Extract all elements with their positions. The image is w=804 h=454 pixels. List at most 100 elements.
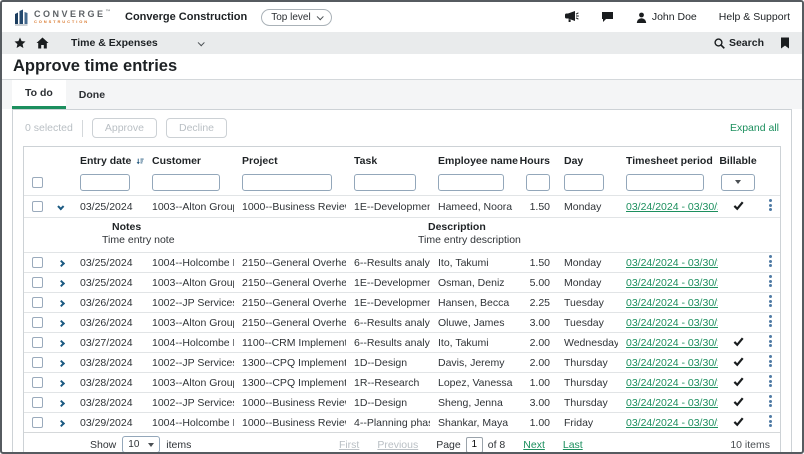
timesheet-period-link[interactable]: 03/24/2024 - 03/30/2024 [626, 357, 718, 369]
filter-project-input[interactable] [242, 174, 332, 191]
expand-row-button[interactable] [50, 201, 72, 213]
table-row[interactable]: 03/28/2024 1003--Alton Group 1300--CPQ I… [24, 372, 780, 392]
page-size-select[interactable]: 10 [122, 436, 160, 453]
row-checkbox[interactable] [32, 317, 43, 328]
expand-all-link[interactable]: Expand all [730, 122, 779, 134]
module-menu[interactable]: Time & Expenses [71, 37, 203, 49]
table-row[interactable]: 03/29/2024 1004--Holcombe Ltd 1000--Busi… [24, 412, 780, 432]
row-checkbox[interactable] [32, 277, 43, 288]
bookmark-button[interactable] [780, 37, 790, 49]
messages-button[interactable] [601, 11, 614, 23]
timesheet-period-link[interactable]: 03/24/2024 - 03/30/2024 [626, 257, 718, 269]
filter-employee-input[interactable] [438, 174, 504, 191]
filter-hours-input[interactable] [526, 174, 550, 191]
chat-bubble-icon [601, 11, 614, 23]
period-cell: 03/24/2024 - 03/30/2024 [618, 297, 718, 309]
filter-entry-date-input[interactable] [80, 174, 130, 191]
expand-row-button[interactable] [50, 377, 72, 389]
billable-cell [718, 396, 758, 410]
sort-descending-icon[interactable] [136, 156, 144, 167]
task-cell: 1D--Design [346, 397, 430, 409]
row-menu-button[interactable] [758, 253, 782, 273]
timesheet-period-link[interactable]: 03/24/2024 - 03/30/2024 [626, 201, 718, 213]
page-label: Page [436, 439, 461, 451]
task-cell: 1R--Research [346, 377, 430, 389]
expand-row-button[interactable] [50, 397, 72, 409]
user-menu[interactable]: John Doe [636, 11, 697, 23]
help-support-link[interactable]: Help & Support [719, 11, 790, 23]
dropdown-arrow-icon [148, 443, 154, 447]
table-row[interactable]: 03/25/2024 1004--Holcombe Ltd 2150--Gene… [24, 252, 780, 272]
home-button[interactable] [36, 37, 49, 49]
timesheet-period-link[interactable]: 03/24/2024 - 03/30/2024 [626, 417, 718, 429]
row-checkbox[interactable] [32, 417, 43, 428]
row-checkbox[interactable] [32, 257, 43, 268]
scope-selector[interactable]: Top level [261, 9, 331, 26]
billable-cell [718, 200, 758, 214]
row-menu-button[interactable] [758, 353, 782, 373]
tab-todo[interactable]: To do [12, 80, 66, 109]
row-menu-button[interactable] [758, 413, 782, 433]
timesheet-period-link[interactable]: 03/24/2024 - 03/30/2024 [626, 397, 718, 409]
expand-row-button[interactable] [50, 337, 72, 349]
customer-cell: 1003--Alton Group [144, 377, 234, 389]
filter-period-input[interactable] [626, 174, 704, 191]
row-checkbox[interactable] [32, 337, 43, 348]
announcements-button[interactable] [565, 11, 579, 23]
next-page-link[interactable]: Next [523, 439, 545, 451]
decline-button[interactable]: Decline [166, 118, 227, 138]
filter-task-input[interactable] [354, 174, 416, 191]
customer-cell: 1003--Alton Group [144, 317, 234, 329]
first-page-link[interactable]: First [339, 439, 359, 451]
expand-row-button[interactable] [50, 297, 72, 309]
expand-row-button[interactable] [50, 317, 72, 329]
select-all-checkbox[interactable] [32, 177, 43, 188]
customer-cell: 1004--Holcombe Ltd [144, 257, 234, 269]
scope-selector-label: Top level [271, 12, 310, 23]
previous-page-link[interactable]: Previous [377, 439, 418, 451]
last-page-link[interactable]: Last [563, 439, 583, 451]
expand-row-button[interactable] [50, 257, 72, 269]
row-checkbox[interactable] [32, 397, 43, 408]
table-row[interactable]: 03/26/2024 1003--Alton Group 2150--Gener… [24, 312, 780, 332]
search-button[interactable]: Search [714, 37, 764, 49]
filter-day-input[interactable] [564, 174, 604, 191]
table-row[interactable]: 03/25/2024 1003--Alton Group 1000--Busin… [24, 195, 780, 217]
row-checkbox[interactable] [32, 377, 43, 388]
expand-row-button[interactable] [50, 277, 72, 289]
filter-billable-select[interactable] [721, 174, 755, 191]
period-cell: 03/24/2024 - 03/30/2024 [618, 377, 718, 389]
timesheet-period-link[interactable]: 03/24/2024 - 03/30/2024 [626, 277, 718, 289]
expand-row-button[interactable] [50, 417, 72, 429]
timesheet-period-link[interactable]: 03/24/2024 - 03/30/2024 [626, 317, 718, 329]
table-row[interactable]: 03/25/2024 1003--Alton Group 2150--Gener… [24, 272, 780, 292]
table-row[interactable]: 03/28/2024 1002--JP Services 1300--CPQ I… [24, 352, 780, 372]
row-checkbox[interactable] [32, 297, 43, 308]
table-row[interactable]: 03/27/2024 1004--Holcombe Ltd 1100--CRM … [24, 332, 780, 352]
expand-row-button[interactable] [50, 357, 72, 369]
filter-customer-input[interactable] [152, 174, 220, 191]
row-menu-button[interactable] [758, 197, 782, 217]
row-menu-button[interactable] [758, 393, 782, 413]
timesheet-period-link[interactable]: 03/24/2024 - 03/30/2024 [626, 297, 718, 309]
page-number-input[interactable] [466, 437, 483, 453]
row-menu-button[interactable] [758, 293, 782, 313]
table-row[interactable]: 03/28/2024 1002--JP Services 1000--Busin… [24, 392, 780, 412]
timesheet-period-link[interactable]: 03/24/2024 - 03/30/2024 [626, 337, 718, 349]
table-row[interactable]: 03/26/2024 1002--JP Services 2150--Gener… [24, 292, 780, 312]
row-checkbox[interactable] [32, 201, 43, 212]
billable-cell [718, 356, 758, 370]
row-menu-button[interactable] [758, 333, 782, 353]
kebab-menu-icon [765, 373, 776, 390]
timesheet-period-link[interactable]: 03/24/2024 - 03/30/2024 [626, 377, 718, 389]
approve-button[interactable]: Approve [92, 118, 157, 138]
row-menu-button[interactable] [758, 273, 782, 293]
row-menu-button[interactable] [758, 373, 782, 393]
tab-done[interactable]: Done [66, 80, 118, 109]
row-checkbox[interactable] [32, 357, 43, 368]
row-menu-button[interactable] [758, 313, 782, 333]
favorites-button[interactable] [14, 37, 26, 49]
employee-cell: Lopez, Vanessa [430, 377, 518, 389]
entry-date-cell: 03/27/2024 [72, 337, 144, 349]
period-cell: 03/24/2024 - 03/30/2024 [618, 257, 718, 269]
